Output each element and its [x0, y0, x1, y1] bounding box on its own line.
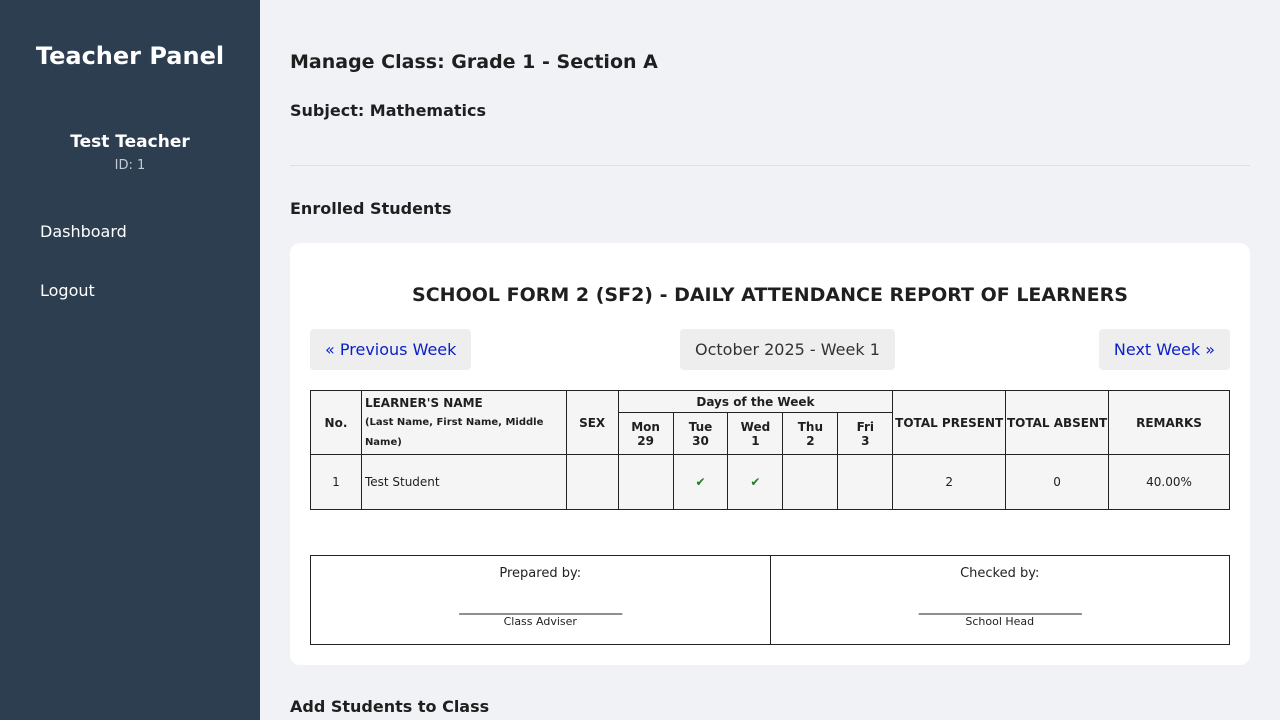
sidebar: Teacher Panel Test Teacher ID: 1 Dashboa… [0, 0, 260, 720]
signature-line: ___________________________ [918, 599, 1082, 615]
sidebar-title: Teacher Panel [35, 42, 225, 70]
cell-total-absent: 0 [1005, 454, 1110, 510]
cell-mark-mon [617, 454, 674, 510]
subject-heading: Subject: Mathematics [290, 101, 487, 120]
next-week-button[interactable]: Next Week » [1098, 329, 1230, 370]
header-day-tue: Tue 30 [672, 412, 729, 455]
add-students-heading: Add Students to Class [290, 697, 490, 716]
prepared-by-label: Prepared by: [499, 566, 582, 581]
user-name: Test Teacher [70, 132, 190, 152]
class-adviser-label: Class Adviser [503, 615, 577, 628]
report-title: SCHOOL FORM 2 (SF2) - DAILY ATTENDANCE R… [412, 284, 1128, 306]
cell-mark-thu [782, 454, 839, 510]
cell-total-present: 2 [892, 454, 1007, 510]
header-day-fri: Fri 3 [837, 412, 894, 455]
cell-no: 1 [310, 454, 362, 510]
header-day-wed: Wed 1 [727, 412, 784, 455]
checked-by-cell: Checked by: ___________________________ … [769, 555, 1230, 645]
page-title: Manage Class: Grade 1 - Section A [290, 51, 658, 73]
signature-line: ___________________________ [459, 599, 622, 615]
sidebar-item-logout[interactable]: Logout [40, 281, 95, 300]
sidebar-item-dashboard[interactable]: Dashboard [40, 222, 127, 241]
prepared-by-cell: Prepared by: ___________________________… [310, 555, 771, 645]
header-day-thu: Thu 2 [782, 412, 839, 455]
attendance-table: No. LEARNER'S NAME (Last Name, First Nam… [310, 390, 1230, 510]
divider [290, 165, 1250, 166]
header-day-mon: Mon 29 [617, 412, 674, 455]
cell-mark-tue: ✔ [672, 454, 729, 510]
enrolled-students-heading: Enrolled Students [290, 199, 452, 218]
cell-learner-name: Test Student [360, 454, 567, 510]
header-sex: SEX [565, 390, 619, 455]
header-name-label: LEARNER'S NAME [364, 395, 483, 410]
header-learner-name: LEARNER'S NAME (Last Name, First Name, M… [360, 390, 567, 455]
cell-mark-wed: ✔ [727, 454, 784, 510]
cell-remarks: 40.00% [1108, 454, 1230, 510]
checked-by-label: Checked by: [960, 566, 1040, 581]
signature-table: Prepared by: ___________________________… [310, 555, 1230, 645]
header-days-of-week: Days of the Week [617, 390, 894, 413]
header-no: No. [310, 390, 362, 455]
period-label: October 2025 - Week 1 [680, 329, 895, 370]
table-row: 1 Test Student ✔ ✔ 2 0 40.00% [310, 454, 1230, 510]
cell-sex [565, 454, 619, 510]
cell-mark-fri [837, 454, 894, 510]
header-total-present: TOTAL PRESENT [892, 390, 1007, 455]
school-head-label: School Head [965, 615, 1035, 628]
header-name-sub: (Last Name, First Name, Middle Name) [364, 416, 544, 448]
header-remarks: REMARKS [1108, 390, 1230, 455]
header-total-absent: TOTAL ABSENT [1005, 390, 1110, 455]
user-id: ID: 1 [114, 158, 146, 173]
previous-week-button[interactable]: « Previous Week [310, 329, 472, 370]
